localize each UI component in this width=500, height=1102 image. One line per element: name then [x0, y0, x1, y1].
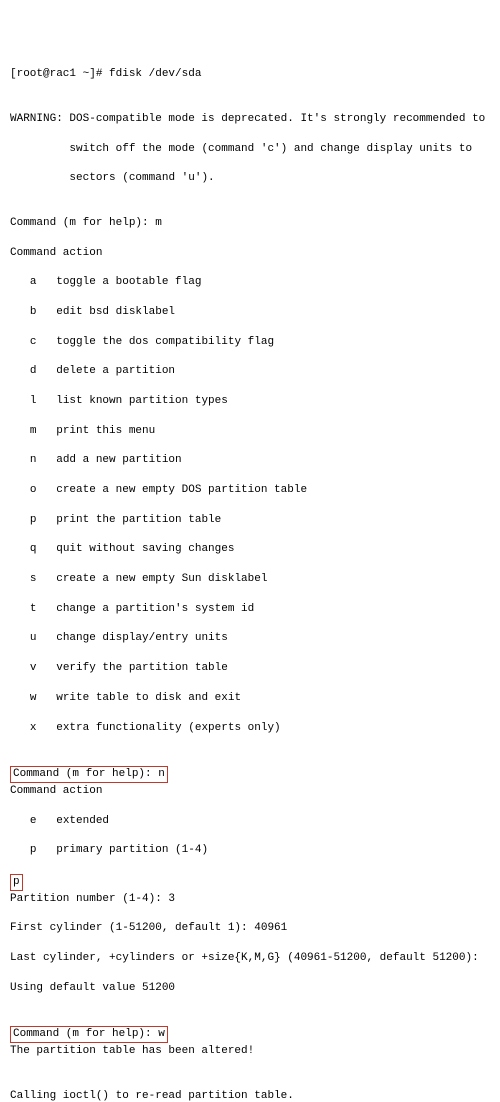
- action-item: u change display/entry units: [10, 631, 490, 646]
- action-item: e extended: [10, 814, 490, 829]
- ioctl-message: Calling ioctl() to re-read partition tab…: [10, 1089, 490, 1102]
- action-item: n add a new partition: [10, 453, 490, 468]
- action-item: o create a new empty DOS partition table: [10, 483, 490, 498]
- action-item: p primary partition (1-4): [10, 843, 490, 858]
- action-item: x extra functionality (experts only): [10, 721, 490, 736]
- command-m: Command (m for help): m: [10, 216, 490, 231]
- highlight-box-n: Command (m for help): n: [10, 766, 168, 783]
- highlight-box-w: Command (m for help): w: [10, 1026, 168, 1043]
- action-item: d delete a partition: [10, 364, 490, 379]
- action-item: m print this menu: [10, 424, 490, 439]
- action-item: c toggle the dos compatibility flag: [10, 335, 490, 350]
- warning-line: sectors (command 'u').: [10, 171, 490, 186]
- warning-line: WARNING: DOS-compatible mode is deprecat…: [10, 112, 490, 127]
- default-value: Using default value 51200: [10, 981, 490, 996]
- response-p: p: [13, 876, 20, 888]
- action-item: q quit without saving changes: [10, 542, 490, 557]
- last-cylinder: Last cylinder, +cylinders or +size{K,M,G…: [10, 951, 490, 966]
- action-item: t change a partition's system id: [10, 602, 490, 617]
- first-cylinder: First cylinder (1-51200, default 1): 409…: [10, 921, 490, 936]
- highlight-box-p: p: [10, 874, 23, 891]
- action-item: b edit bsd disklabel: [10, 305, 490, 320]
- action-item: w write table to disk and exit: [10, 691, 490, 706]
- action-item: p print the partition table: [10, 513, 490, 528]
- partition-number: Partition number (1-4): 3: [10, 892, 490, 907]
- command-n: Command (m for help): n: [13, 768, 165, 780]
- command-w: Command (m for help): w: [13, 1028, 165, 1040]
- action-item: l list known partition types: [10, 394, 490, 409]
- altered-message: The partition table has been altered!: [10, 1044, 490, 1059]
- action-item: v verify the partition table: [10, 661, 490, 676]
- command-action-header: Command action: [10, 246, 490, 261]
- terminal-prompt: [root@rac1 ~]# fdisk /dev/sda: [10, 67, 490, 82]
- warning-line: switch off the mode (command 'c') and ch…: [10, 142, 490, 157]
- action-item: s create a new empty Sun disklabel: [10, 572, 490, 587]
- command-action-header: Command action: [10, 784, 490, 799]
- action-item: a toggle a bootable flag: [10, 275, 490, 290]
